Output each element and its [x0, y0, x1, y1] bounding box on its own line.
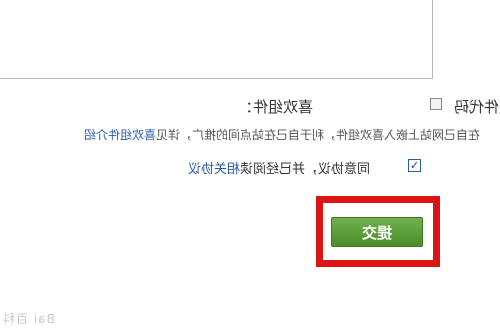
watermark-logo: Bai 百科 — [2, 312, 55, 326]
widget-hint-body: 在自己网站上嵌入喜欢组件，利于自己在站点间的推广，详见 — [155, 128, 480, 142]
agreement-prefix: 同意协议，并已经阅读 — [240, 162, 371, 177]
widget-section-label: 喜欢组件： — [238, 98, 314, 116]
agreement-checkbox[interactable]: ✓ — [408, 159, 421, 172]
submit-button-label: 提交 — [361, 223, 392, 242]
widget-hint-row: 在自己网站上嵌入喜欢组件，利于自己在站点间的推广，详见喜欢组件介绍 — [0, 126, 500, 144]
agreement-row: 同意协议，并已经阅读相关协议 ✓ — [188, 156, 500, 177]
widget-intro-link[interactable]: 喜欢组件介绍 — [84, 128, 156, 142]
need-widget-code-checkbox[interactable] — [430, 98, 442, 110]
need-widget-code-label: 需要获取喜欢组件代码 — [454, 98, 500, 116]
content-textarea[interactable] — [0, 0, 433, 79]
agreement-text: 同意协议，并已经阅读相关协议 — [188, 158, 370, 177]
widget-code-row: 喜欢组件： 需要获取喜欢组件代码 — [238, 94, 500, 116]
widget-hint-text: 在自己网站上嵌入喜欢组件，利于自己在站点间的推广，详见喜欢组件介绍 — [84, 126, 480, 143]
submit-button[interactable]: 提交 — [331, 217, 423, 247]
agreement-link[interactable]: 相关协议 — [188, 162, 240, 177]
